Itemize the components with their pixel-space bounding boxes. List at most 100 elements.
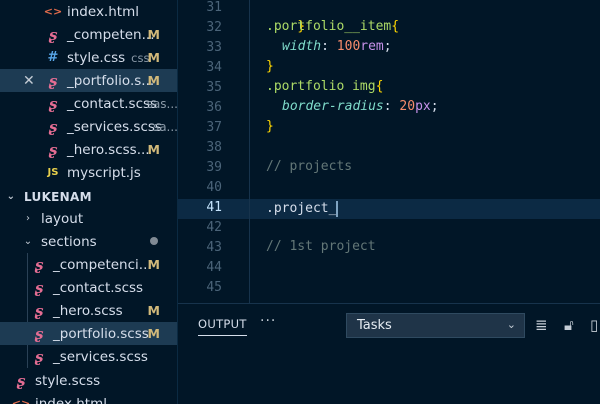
code-line-36: border-radius: 20px; <box>282 99 439 114</box>
file-name: style.scss <box>35 372 101 389</box>
file-name: _portfolio.scss <box>53 325 149 342</box>
open-editor-item[interactable]: ʂ _contact.scss sas... <box>0 92 178 115</box>
code-line-34: } <box>266 59 274 74</box>
tree-file-item[interactable]: ʂ _services.scss <box>0 345 177 368</box>
tree-file-item[interactable]: ʂ _competenci... M <box>0 253 177 276</box>
folder-layout[interactable]: › layout <box>0 207 177 230</box>
code-editor[interactable]: 31 32 33 34 35 36 37 38 39 40 41 42 43 4… <box>178 0 600 303</box>
line-number: 34 <box>206 60 222 75</box>
close-icon[interactable]: ✕ <box>23 73 35 89</box>
line-number: 42 <box>206 220 222 235</box>
open-editor-item[interactable]: JS myscript.js <box>0 161 177 184</box>
modified-badge: M <box>147 50 160 65</box>
file-name: _portfolio.s... <box>67 72 155 89</box>
lock-icon[interactable]: 🔓︎ <box>564 316 574 334</box>
chevron-down-icon: ⌄ <box>6 191 16 202</box>
chevron-down-icon: ⌄ <box>506 318 516 331</box>
sass-icon: ʂ <box>16 371 26 390</box>
project-title: LUKENAM <box>24 189 92 204</box>
file-name: style.css <box>67 49 126 66</box>
sass-icon: ʂ <box>48 140 58 159</box>
tree-file-item[interactable]: ʂ _hero.scss M <box>0 299 177 322</box>
file-name: _hero.scss... <box>67 141 150 158</box>
line-number: 35 <box>206 80 222 95</box>
open-editor-item[interactable]: ʂ _services.scss sa... <box>0 115 178 138</box>
code-line-43: // 1st project <box>266 239 376 254</box>
sass-icon: ʂ <box>34 347 44 366</box>
file-name: _hero.scss <box>53 302 123 319</box>
line-number: 44 <box>206 260 222 275</box>
file-name: _services.scss <box>67 118 162 135</box>
file-name: _contact.scss <box>67 95 158 112</box>
open-editor-item-active[interactable]: ✕ ʂ _portfolio.s... M <box>0 69 177 92</box>
modified-badge: M <box>147 142 160 157</box>
file-hint: sas... <box>146 96 178 111</box>
file-hint: sa... <box>152 119 178 134</box>
sass-icon: ʂ <box>34 324 44 343</box>
sass-icon: ʂ <box>34 278 44 297</box>
sass-icon: ʂ <box>34 301 44 320</box>
open-editor-item[interactable]: <> index.html <box>0 0 177 23</box>
file-name: index.html <box>35 395 107 404</box>
text-cursor <box>336 200 339 217</box>
line-number: 31 <box>206 0 222 15</box>
code-line-35: .portfolio img{ <box>266 79 384 94</box>
modified-badge: M <box>147 326 160 341</box>
file-name: _competenci... <box>53 256 152 273</box>
file-name: index.html <box>67 3 139 20</box>
html-icon: <> <box>11 397 31 404</box>
project-section-header[interactable]: ⌄ LUKENAM <box>0 185 177 208</box>
tree-file-item[interactable]: ʂ style.scss <box>0 369 177 392</box>
code-line-31: } <box>297 19 306 34</box>
code-line-39: // projects <box>266 159 353 174</box>
js-icon: JS <box>47 167 59 178</box>
folder-name: layout <box>41 210 84 227</box>
sass-icon: ʂ <box>34 255 44 274</box>
clear-output-icon[interactable]: ≣ <box>535 316 548 334</box>
indent-rule <box>249 0 250 303</box>
open-editor-item[interactable]: ʂ _hero.scss... M <box>0 138 177 161</box>
select-value: Tasks <box>357 318 392 333</box>
code-line-41[interactable]: .project_ <box>266 199 339 219</box>
explorer-sidebar: <> index.html ʂ _competen... M # style.c… <box>0 0 178 404</box>
code-line-33: width: 100rem; <box>282 39 392 54</box>
file-name: _contact.scss <box>53 279 144 296</box>
tree-file-item-active[interactable]: ʂ _portfolio.scss M <box>0 322 177 345</box>
line-number: 32 <box>206 20 222 35</box>
css-icon: # <box>47 50 59 65</box>
sass-icon: ʂ <box>48 71 58 90</box>
line-number-gutter: 31 32 33 34 35 36 37 38 39 40 41 42 43 4… <box>178 0 228 303</box>
open-editor-item[interactable]: ʂ _competen... M <box>0 23 177 46</box>
modified-badge: M <box>147 303 160 318</box>
line-number: 38 <box>206 140 222 155</box>
output-channel-select[interactable]: Tasks ⌄ <box>346 313 525 338</box>
line-number: 39 <box>206 160 222 175</box>
modified-dot-icon <box>150 237 158 245</box>
code-line-37: } <box>266 119 274 134</box>
file-name: myscript.js <box>67 164 141 181</box>
sass-icon: ʂ <box>48 25 58 44</box>
current-line-highlight <box>178 199 600 219</box>
more-actions-icon[interactable]: ··· <box>260 313 276 329</box>
sass-icon: ʂ <box>48 117 58 136</box>
chevron-right-icon: › <box>26 213 30 224</box>
tree-file-item[interactable]: ʂ _contact.scss <box>0 276 177 299</box>
line-number: 45 <box>206 280 222 295</box>
line-number: 40 <box>206 180 222 195</box>
modified-badge: M <box>147 257 160 272</box>
folder-name: sections <box>41 233 97 250</box>
line-number: 36 <box>206 100 222 115</box>
bottom-panel: OUTPUT ··· Tasks ⌄ ≣ 🔓︎ ▯ <box>178 303 600 404</box>
split-panel-icon[interactable]: ▯ <box>590 316 598 334</box>
tree-file-item[interactable]: <> index.html <box>0 392 177 404</box>
modified-badge: M <box>147 73 160 88</box>
modified-badge: M <box>147 27 160 42</box>
folder-sections[interactable]: ⌄ sections <box>0 230 177 253</box>
open-editor-item[interactable]: # style.css css M <box>0 46 177 69</box>
chevron-down-icon: ⌄ <box>23 236 33 247</box>
line-number: 37 <box>206 120 222 135</box>
line-number: 43 <box>206 240 222 255</box>
code-line-32: .portfolio__item{ <box>266 19 400 34</box>
tab-output[interactable]: OUTPUT <box>198 317 247 336</box>
file-name: _services.scss <box>53 348 148 365</box>
